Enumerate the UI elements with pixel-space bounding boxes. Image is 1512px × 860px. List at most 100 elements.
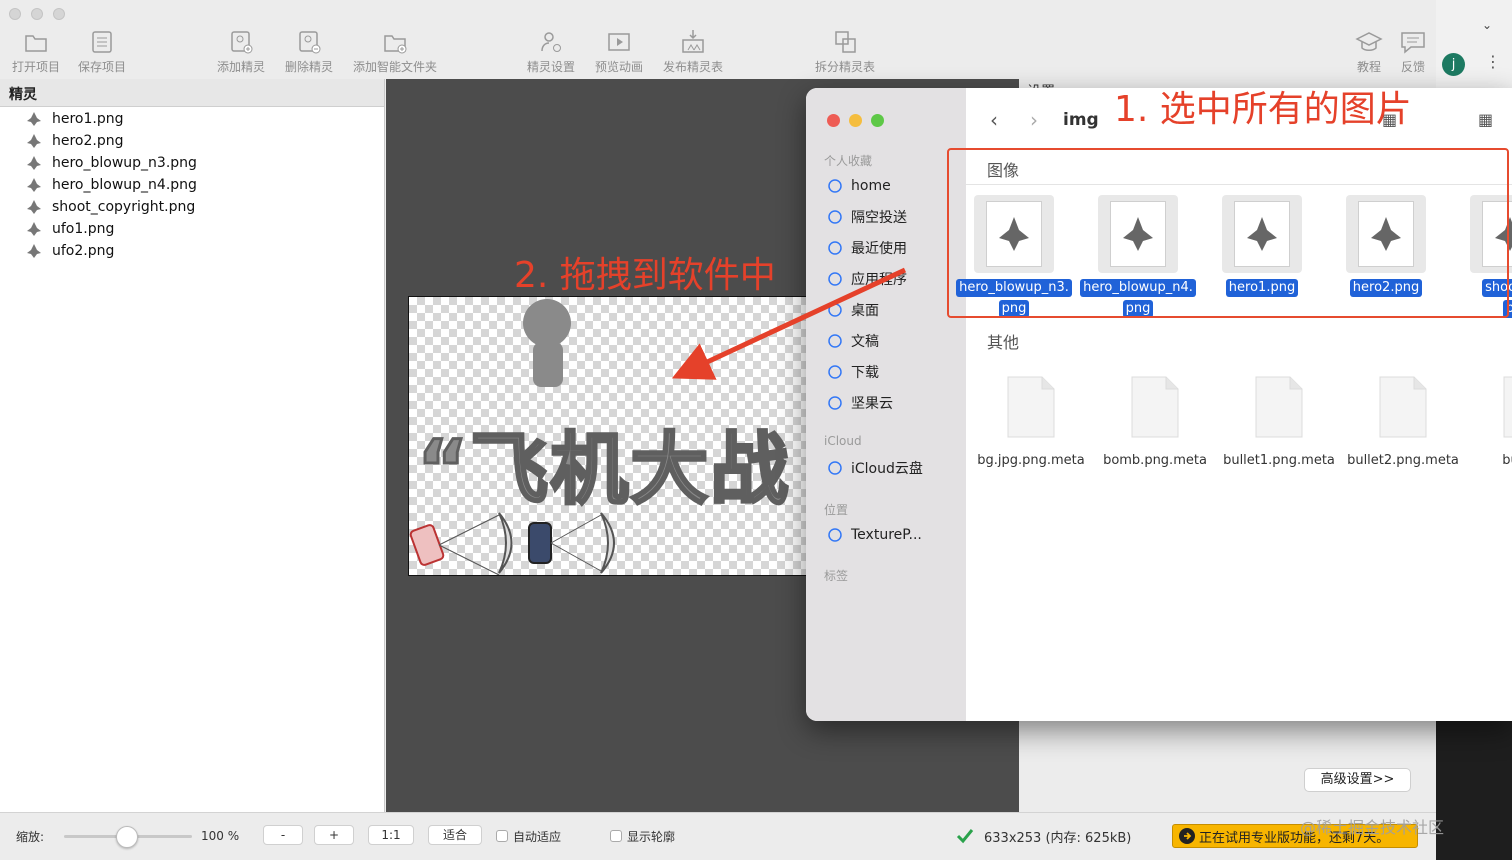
preview-animation-button[interactable]: 预览动画: [592, 28, 646, 78]
finder-sidebar-item[interactable]: TextureP...: [826, 524, 922, 546]
image-file-name: hero2.png: [1349, 279, 1423, 297]
auto-fit-checkbox[interactable]: 自动适应: [496, 826, 561, 846]
image-file-tile[interactable]: hero2.png: [1326, 195, 1446, 297]
image-file-tile[interactable]: hero1.png: [1202, 195, 1322, 297]
zoom-window-button[interactable]: [53, 8, 65, 20]
zoom-slider[interactable]: [64, 825, 192, 848]
sprite-settings-button[interactable]: 精灵设置: [524, 28, 578, 78]
save-project-label: 保存项目: [77, 60, 126, 74]
meta-file-name: bg.jpg.png.meta: [977, 453, 1085, 468]
document-file-icon: [1378, 375, 1428, 439]
meta-file-tile[interactable]: bullet2.png.meta: [1341, 375, 1465, 468]
minimize-window-button[interactable]: [31, 8, 43, 20]
zoom-out-button[interactable]: -: [263, 825, 303, 845]
finder-minimize-button[interactable]: [849, 114, 862, 127]
finder-sidebar-item[interactable]: 下载: [826, 361, 879, 383]
user-avatar[interactable]: j: [1442, 53, 1465, 76]
copyright-figure-image: [523, 299, 571, 387]
zoom-slider-thumb[interactable]: [116, 825, 138, 848]
background-window-toolbar: ⌄ j ⋮: [1436, 0, 1512, 92]
meta-file-name: bullet2.png.meta: [1347, 453, 1459, 468]
more-options-icon[interactable]: ⋮: [1485, 52, 1501, 71]
feedback-label: 反馈: [1400, 60, 1425, 74]
annotation-step1: 1. 选中所有的图片: [1114, 89, 1412, 130]
finder-sidebar-item[interactable]: 隔空投送: [826, 206, 907, 228]
split-sprite-sheet-button[interactable]: 拆分精灵表: [810, 28, 880, 78]
status-bar: 缩放: 100 % - + 1:1 适合 自动适应 显示轮廓 633x253 (…: [0, 812, 1436, 860]
chevron-down-icon[interactable]: ⌄: [1482, 18, 1492, 32]
forward-chevron-icon[interactable]: ›: [1030, 108, 1038, 132]
feedback-button[interactable]: 反馈: [1394, 28, 1432, 78]
close-window-button[interactable]: [9, 8, 21, 20]
sprite-list-item[interactable]: hero_blowup_n4.png: [24, 174, 197, 196]
add-sprite-button[interactable]: 添加精灵: [214, 28, 268, 78]
image-preview: [1110, 201, 1166, 267]
folder-open-icon: [25, 35, 47, 52]
image-file-tile[interactable]: shoot_cp: [1450, 195, 1512, 318]
size-info: 633x253 (内存: 625kB): [956, 826, 1131, 846]
sprite-list-panel: 精灵 hero1.png hero2.png hero_blowup_n3.png h…: [0, 79, 385, 812]
finder-sidebar-item-label: 坚果云: [851, 396, 893, 412]
back-chevron-icon[interactable]: ‹: [990, 108, 998, 132]
finder-sidebar-item[interactable]: home: [826, 175, 891, 197]
sprite-list-item-label: hero2.png: [52, 133, 124, 149]
meta-file-tile[interactable]: bg.jpg.png.meta: [969, 375, 1093, 468]
save-project-button[interactable]: 保存项目: [76, 28, 128, 78]
image-file-name-line2: png: [1122, 300, 1154, 318]
finder-zoom-button[interactable]: [871, 114, 884, 127]
document-file-icon: [1130, 375, 1180, 439]
sprite-thumbnail-icon: [24, 132, 44, 150]
download-icon: [826, 363, 844, 381]
delete-sprite-button[interactable]: 删除精灵: [282, 28, 336, 78]
finder-sidebar-item[interactable]: 坚果云: [826, 392, 893, 414]
zoom-fit-button[interactable]: 适合: [428, 825, 482, 845]
publish-sprite-sheet-button[interactable]: 发布精灵表: [660, 28, 726, 78]
finder-sidebar-item[interactable]: 桌面: [826, 299, 879, 321]
sprite-list-item[interactable]: ufo2.png: [24, 240, 114, 262]
tutorial-label: 教程: [1356, 60, 1381, 74]
image-file-tile[interactable]: hero_blowup_n3. png: [954, 195, 1074, 318]
finder-sidebar-item[interactable]: 应用程序: [826, 268, 907, 290]
images-section-label: 图像: [987, 161, 1020, 180]
add-smart-folder-button[interactable]: 添加智能文件夹: [350, 28, 440, 78]
sprite-thumbnail-icon: [24, 154, 44, 172]
finder-close-button[interactable]: [827, 114, 840, 127]
open-project-label: 打开项目: [11, 60, 60, 74]
zoom-slider-track: [64, 825, 192, 848]
sprite-list-item[interactable]: hero1.png: [24, 108, 124, 130]
group-grid-icon[interactable]: ▦: [1478, 110, 1493, 129]
show-outline-checkbox[interactable]: 显示轮廓: [610, 826, 675, 846]
sprite-list-item[interactable]: hero2.png: [24, 130, 124, 152]
meta-file-name: bomb.png.meta: [1103, 453, 1207, 468]
image-preview: [1234, 201, 1290, 267]
advanced-settings-button[interactable]: 高级设置>>: [1304, 768, 1411, 792]
save-icon: [92, 31, 112, 53]
meta-file-tile[interactable]: bullet1.png.meta: [1217, 375, 1341, 468]
sprite-list-item[interactable]: shoot_copyright.png: [24, 196, 195, 218]
image-file-name: hero1.png: [1225, 279, 1299, 297]
image-file-thumbnail: [1346, 195, 1426, 273]
zoom-in-button[interactable]: +: [314, 825, 354, 845]
cloud-icon: [826, 459, 844, 477]
finder-sidebar-item[interactable]: 文稿: [826, 330, 879, 352]
disk-icon: [826, 526, 844, 544]
finder-sidebar-item[interactable]: iCloud云盘: [826, 457, 923, 479]
sprite-settings-icon: [541, 32, 561, 52]
sprite-list-item[interactable]: ufo1.png: [24, 218, 114, 240]
image-file-tile[interactable]: hero_blowup_n4. png: [1078, 195, 1198, 318]
auto-fit-checkbox-box[interactable]: [496, 830, 508, 842]
image-file-name: shoot_c: [1482, 279, 1512, 297]
image-file-name-wrap: png: [954, 297, 1074, 318]
airdrop-icon: [826, 208, 844, 226]
finder-sidebar-item[interactable]: 最近使用: [826, 237, 907, 259]
meta-file-tile[interactable]: bomb.png.meta: [1093, 375, 1217, 468]
meta-file-tile[interactable]: button_g: [1465, 375, 1512, 483]
tutorial-button[interactable]: 教程: [1350, 28, 1388, 78]
sprite-sheet-preview: “飞机大战: [408, 296, 828, 576]
sprite-list-item[interactable]: hero_blowup_n3.png: [24, 152, 197, 174]
zoom-one-to-one-button[interactable]: 1:1: [368, 825, 414, 845]
show-outline-checkbox-box[interactable]: [610, 830, 622, 842]
zoom-value: 100 %: [201, 829, 240, 843]
open-project-button[interactable]: 打开项目: [10, 28, 62, 78]
preview-animation-label: 预览动画: [594, 60, 643, 74]
